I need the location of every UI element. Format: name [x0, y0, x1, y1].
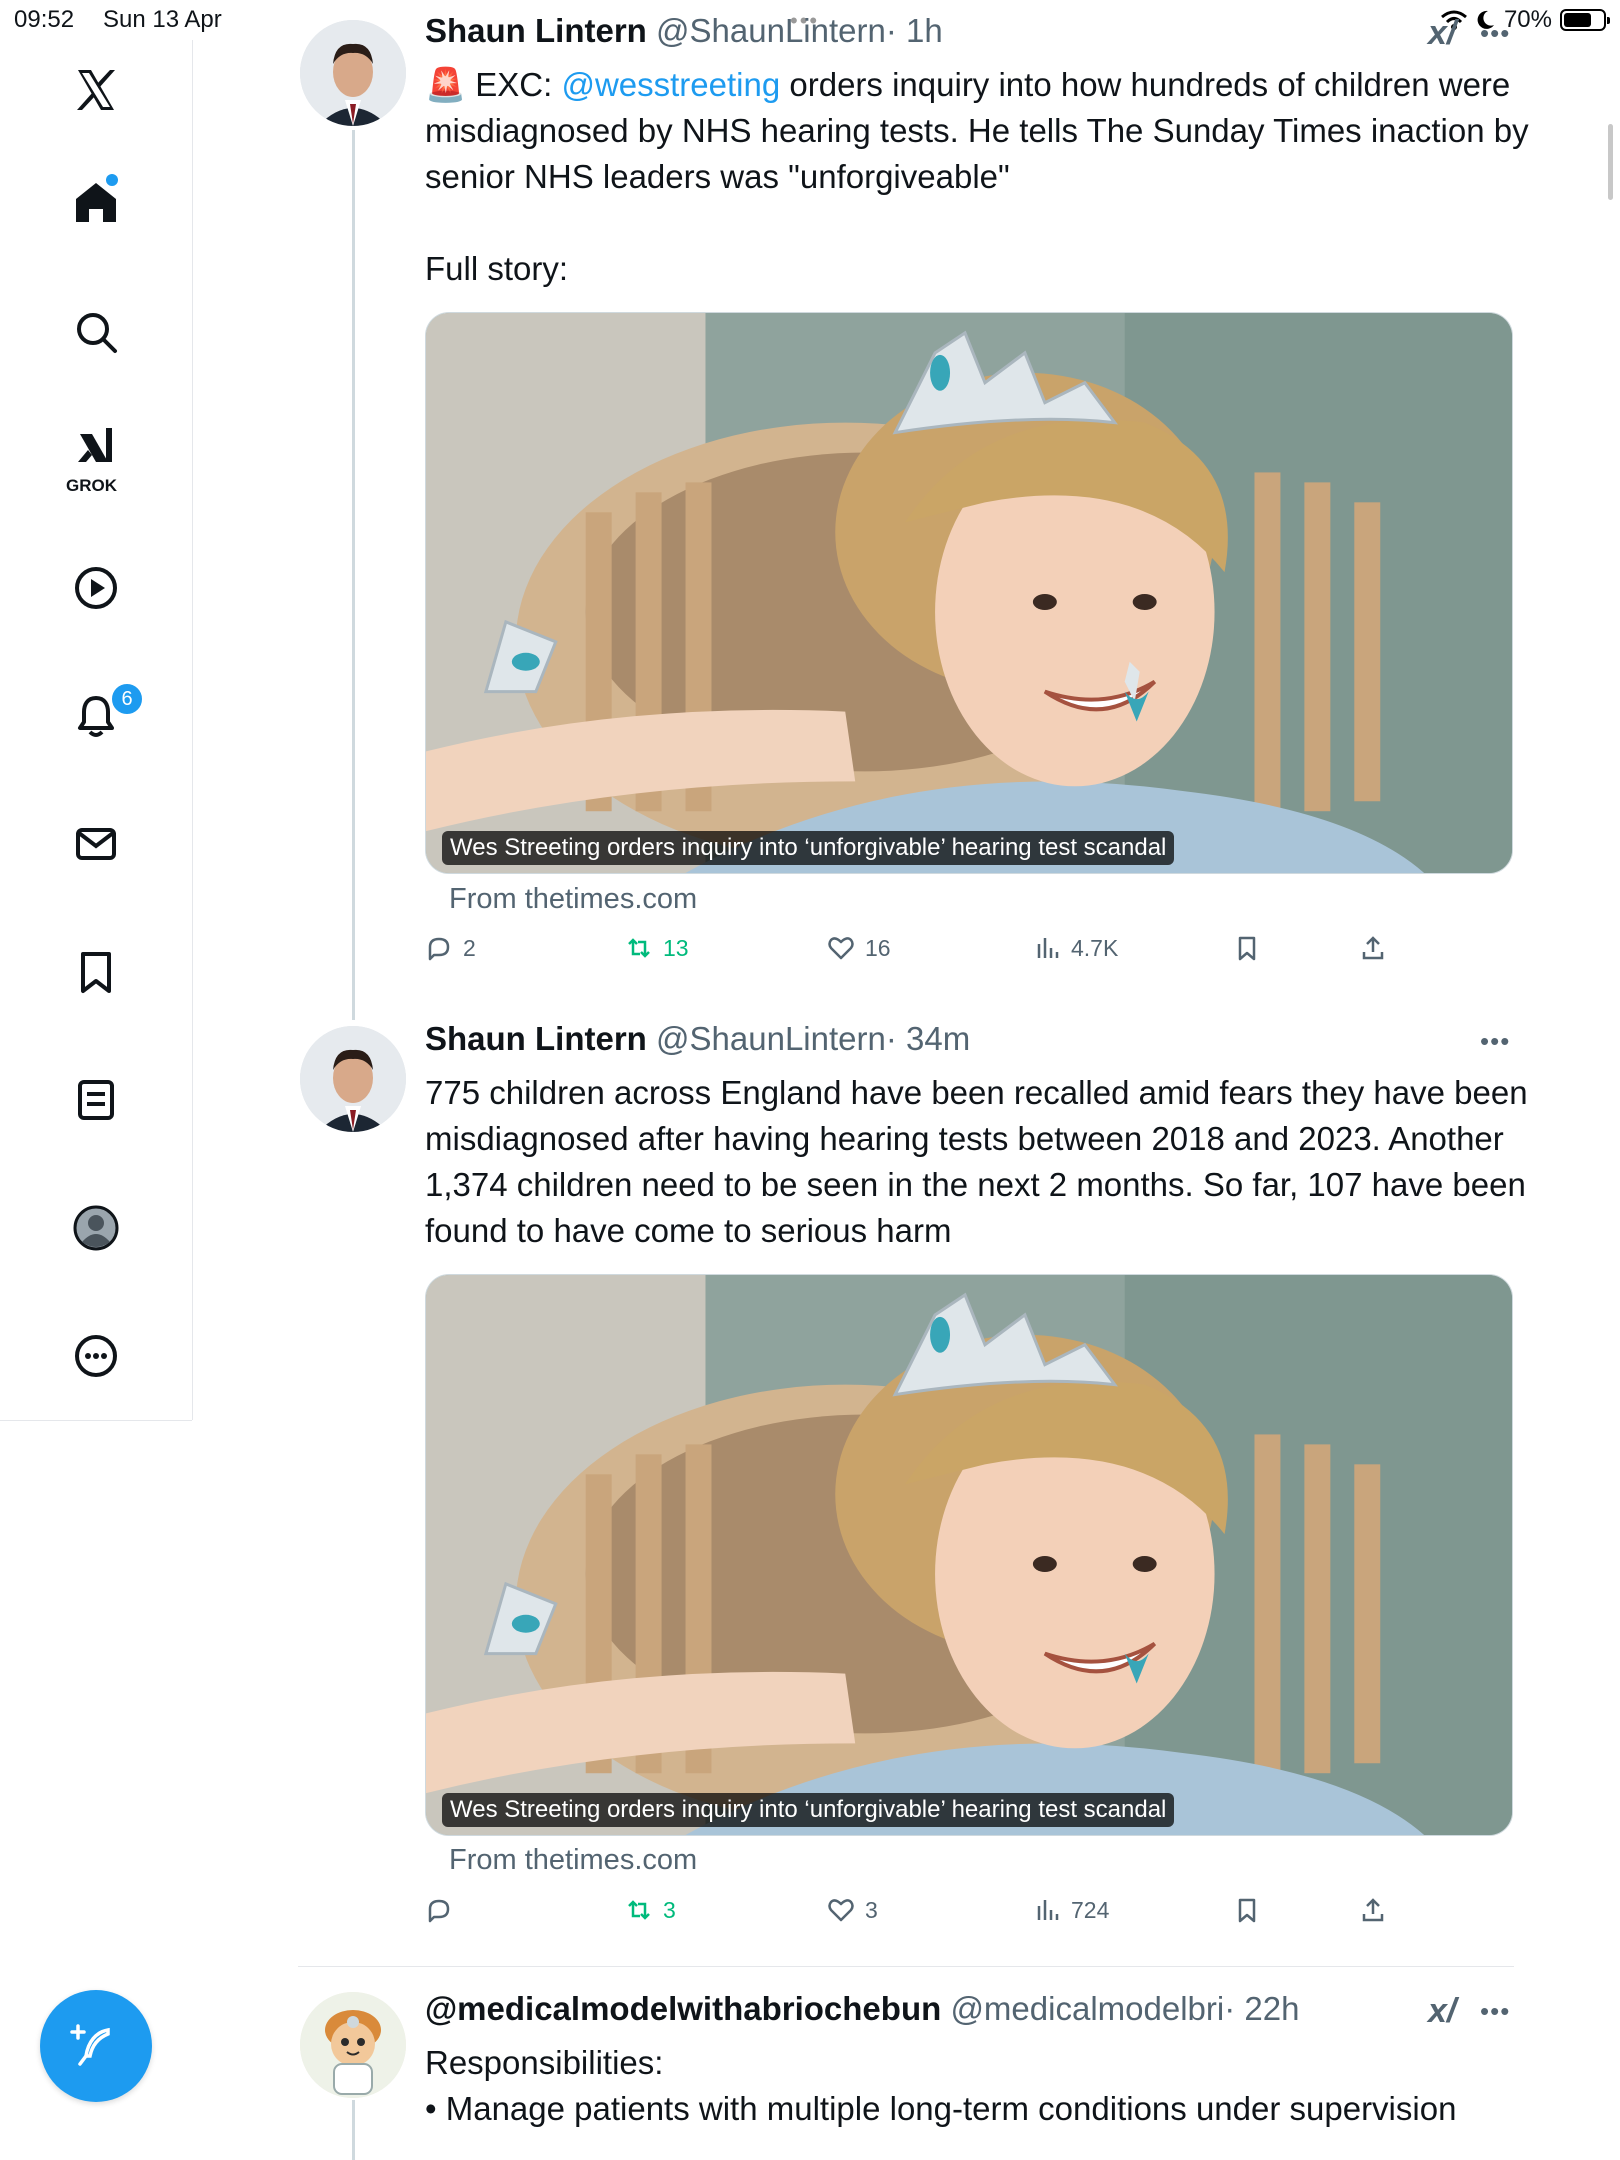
thread-connector [352, 130, 355, 1020]
bookmark-button[interactable] [1233, 934, 1261, 962]
tweet-time[interactable]: · 22h [1224, 1990, 1299, 2027]
tweet-header: @medicalmodelwithabriochebun @medicalmod… [425, 1990, 1299, 2028]
author-handle[interactable]: @ShaunLintern [656, 12, 886, 49]
like-count: 3 [865, 1896, 878, 1923]
tweet-text-prefix: 🚨 EXC: [425, 66, 562, 103]
tweet-actions: 2 13 16 4.7K [425, 934, 1425, 974]
retweet-icon [628, 1900, 650, 1920]
views-button[interactable]: 724 [1033, 1896, 1109, 1924]
grok-badge-icon[interactable]: x/ [1428, 1992, 1456, 2031]
tweet-body: 🚨 EXC: @wesstreeting orders inquiry into… [425, 62, 1535, 292]
retweet-button[interactable]: 3 [625, 1896, 676, 1924]
mention-link[interactable]: @wesstreeting [561, 66, 780, 103]
retweet-count: 13 [663, 934, 689, 961]
sidebar-divider [0, 1420, 192, 1421]
home-icon[interactable] [48, 154, 144, 250]
compose-feather-icon [70, 2024, 110, 2066]
author-name[interactable]: Shaun Lintern [425, 12, 647, 49]
author-name[interactable]: @medicalmodelwithabriochebun [425, 1990, 941, 2027]
link-card-image[interactable]: Wes Streeting orders inquiry into ‘unfor… [425, 1274, 1513, 1836]
like-button[interactable]: 3 [827, 1896, 878, 1924]
share-icon [1362, 936, 1384, 960]
avatar[interactable] [300, 20, 406, 126]
share-button[interactable] [1359, 934, 1387, 962]
like-count: 16 [865, 934, 891, 961]
tweet-body: Responsibilities: • Manage patients with… [425, 2040, 1535, 2132]
share-icon [1362, 1898, 1384, 1922]
search-icon[interactable] [48, 284, 144, 380]
retweet-count: 3 [663, 1896, 676, 1923]
card-source[interactable]: From thetimes.com [449, 1844, 697, 1877]
more-options-icon[interactable]: ••• [1480, 1996, 1510, 2027]
scrollbar[interactable] [1608, 124, 1613, 200]
grok-label: GROK [66, 476, 117, 495]
status-indicators: 70% [1440, 6, 1610, 34]
battery-icon [1560, 9, 1610, 31]
tweet-text: Responsibilities: [425, 2044, 664, 2081]
retweet-button[interactable]: 13 [625, 934, 689, 962]
more-icon[interactable] [48, 1308, 144, 1404]
view-count: 4.7K [1071, 934, 1119, 961]
reply-icon [428, 1899, 450, 1923]
reply-button[interactable] [425, 1896, 463, 1924]
views-icon [1037, 938, 1059, 958]
author-handle[interactable]: @medicalmodelbri [950, 1990, 1224, 2027]
heart-icon [828, 1899, 854, 1922]
link-card-image[interactable]: Wes Streeting orders inquiry into ‘unfor… [425, 312, 1513, 874]
reply-button[interactable]: 2 [425, 934, 476, 962]
card-caption: Wes Streeting orders inquiry into ‘unfor… [442, 1793, 1175, 1827]
status-time: 09:52 [14, 6, 75, 33]
video-icon[interactable] [48, 540, 144, 636]
views-icon [1037, 1900, 1059, 1920]
battery-percent: 70% [1503, 6, 1552, 33]
tweet-text-extra: Full story: [425, 250, 569, 287]
thread-connector-2 [352, 2100, 355, 2160]
home-unread-dot [106, 174, 118, 186]
retweet-icon [628, 938, 650, 958]
views-button[interactable]: 4.7K [1033, 934, 1118, 962]
tweet-divider [298, 1966, 1514, 1967]
battery-level [1564, 13, 1591, 27]
tweet-text-bullet: • Manage patients with multiple long-ter… [425, 2090, 1457, 2127]
more-options-icon[interactable]: ••• [1480, 1026, 1510, 1057]
share-button[interactable] [1359, 1896, 1387, 1924]
tweet-actions: 3 3 724 [425, 1896, 1425, 1936]
more-options-icon[interactable]: ••• [1480, 18, 1510, 49]
avatar[interactable] [300, 1992, 406, 2098]
tweet-header: Shaun Lintern @ShaunLintern· 34m [425, 1020, 970, 1058]
profile-icon[interactable] [48, 1180, 144, 1276]
bookmark-icon [1238, 1898, 1256, 1923]
like-button[interactable]: 16 [827, 934, 891, 962]
grok-badge-icon[interactable]: x/ [1428, 14, 1456, 53]
tweet-header: Shaun Lintern @ShaunLintern· 1h [425, 12, 943, 50]
bookmarks-icon[interactable] [48, 924, 144, 1020]
notifications-badge: 6 [110, 682, 144, 716]
heart-icon [828, 937, 854, 960]
reply-icon [428, 937, 450, 961]
view-count: 724 [1071, 1896, 1110, 1923]
bookmark-icon [1238, 936, 1256, 961]
avatar[interactable] [300, 1026, 406, 1132]
author-handle[interactable]: @ShaunLintern [656, 1020, 886, 1057]
lists-icon[interactable] [48, 1052, 144, 1148]
status-date: Sun 13 Apr [103, 6, 222, 33]
tweet-time[interactable]: · 1h [886, 12, 943, 49]
reply-count: 2 [463, 934, 476, 961]
card-source[interactable]: From thetimes.com [449, 883, 697, 916]
messages-icon[interactable] [48, 796, 144, 892]
bookmark-button[interactable] [1233, 1896, 1261, 1924]
compose-button[interactable] [40, 1990, 152, 2102]
tweet-time[interactable]: · 34m [886, 1020, 970, 1057]
tweet-text: 775 children across England have been re… [425, 1074, 1528, 1249]
author-name[interactable]: Shaun Lintern [425, 1020, 647, 1057]
x-logo-icon[interactable] [48, 42, 144, 138]
card-caption: Wes Streeting orders inquiry into ‘unfor… [442, 831, 1175, 865]
